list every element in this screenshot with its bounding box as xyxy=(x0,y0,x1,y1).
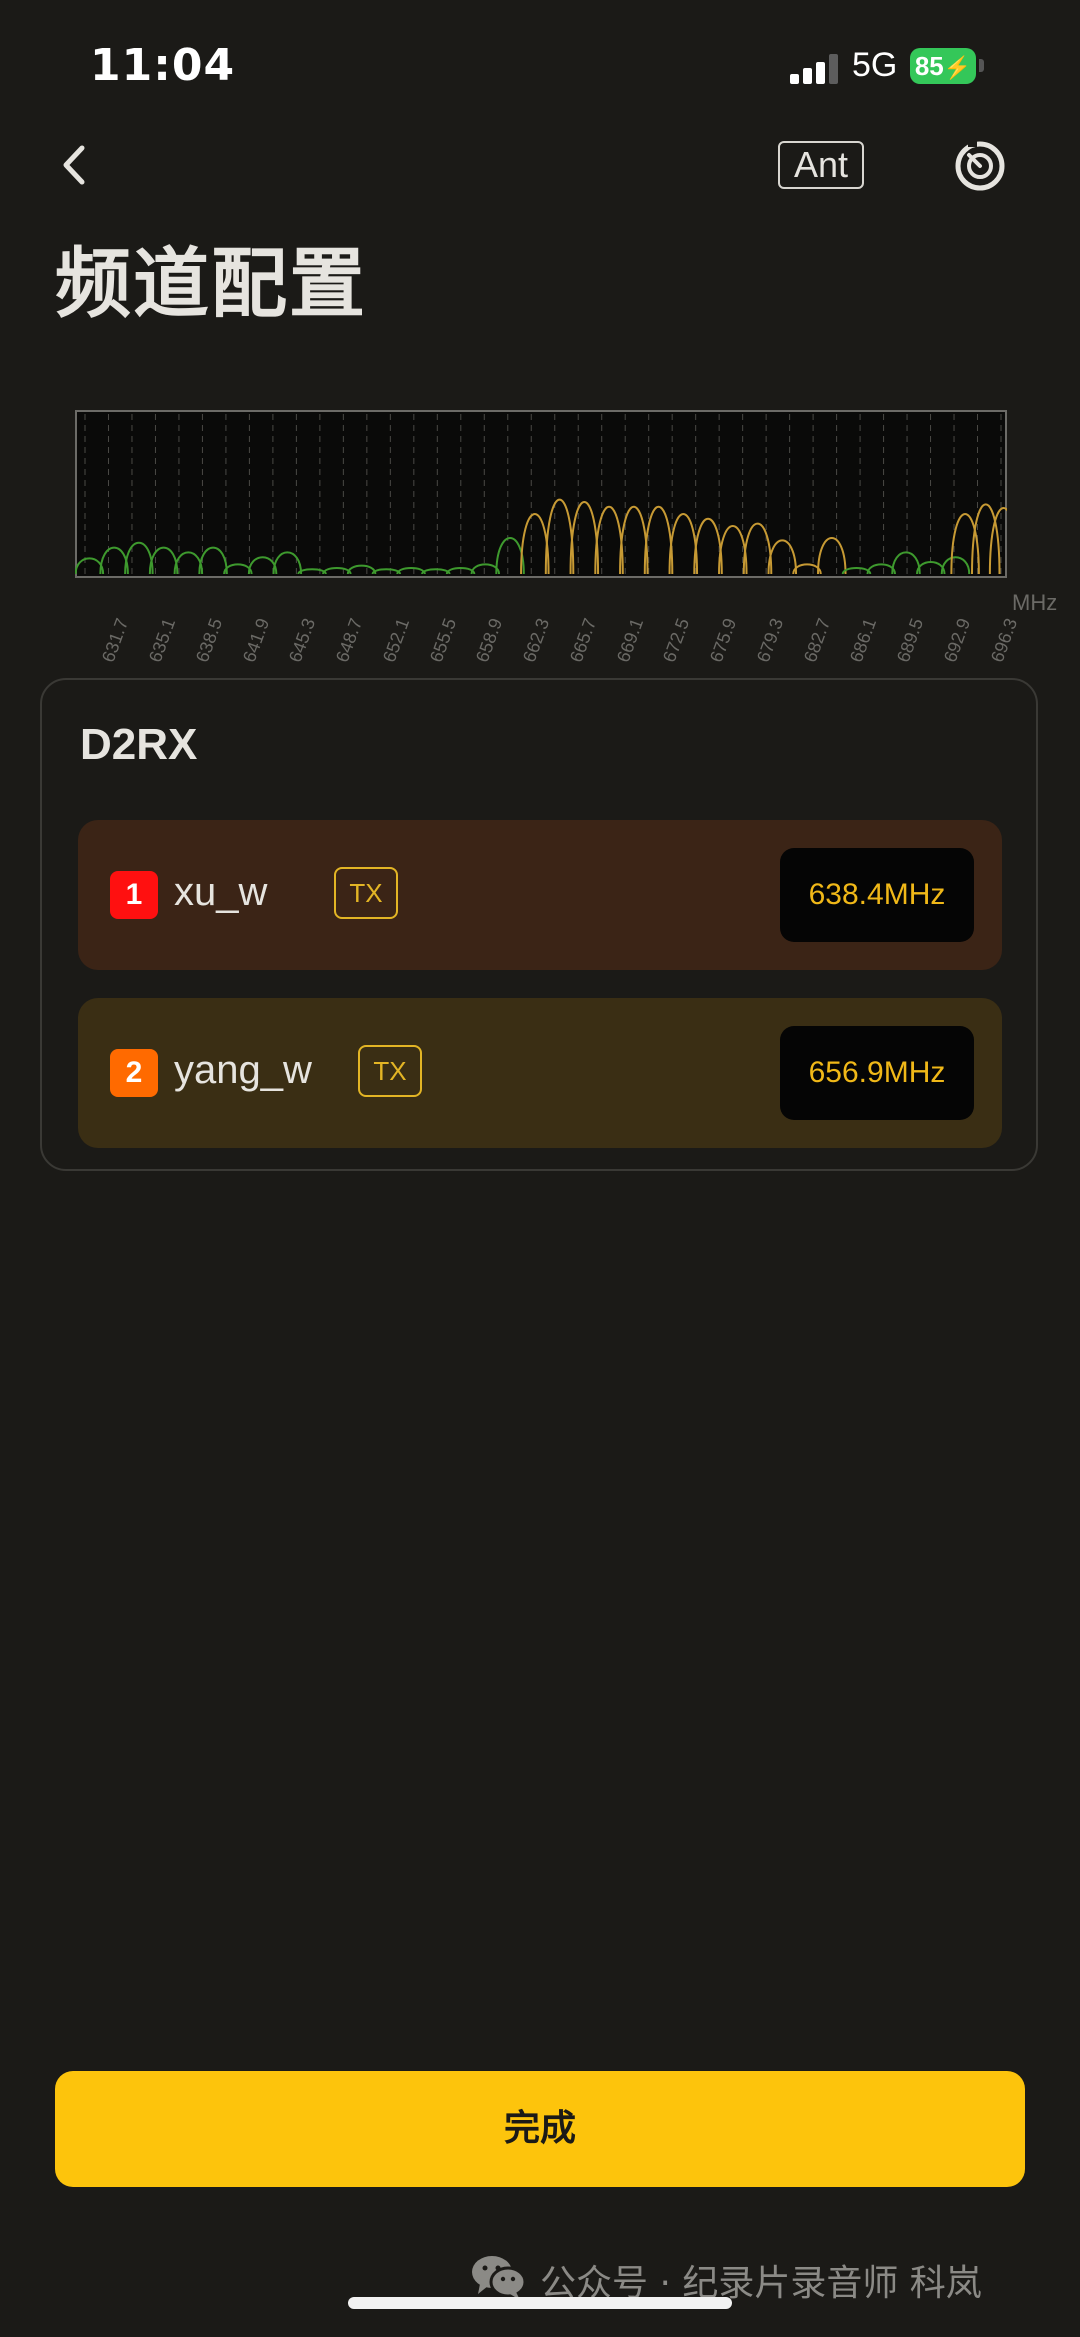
antenna-button[interactable]: Ant xyxy=(778,141,864,189)
axis-tick-label: 631.7 xyxy=(98,615,133,665)
back-button[interactable] xyxy=(50,140,100,190)
battery-tip xyxy=(979,59,984,72)
axis-tick-label: 638.5 xyxy=(191,615,227,665)
axis-tick-label: 662.3 xyxy=(519,615,554,665)
channel-number: 2 xyxy=(110,1049,158,1097)
wechat-icon xyxy=(472,2256,527,2300)
channel-row[interactable]: 1 xu_w TX 638.4MHz xyxy=(78,820,1002,970)
channel-number: 1 xyxy=(110,871,158,919)
home-indicator[interactable] xyxy=(348,2297,732,2309)
spectrum-chart xyxy=(75,410,1007,578)
axis-tick-label: 635.1 xyxy=(145,615,180,665)
axis-tick-label: 665.7 xyxy=(565,615,600,665)
axis-tick-label: 669.1 xyxy=(612,615,647,665)
chevron-left-icon xyxy=(63,145,85,185)
tx-badge: TX xyxy=(334,867,398,919)
frequency-display[interactable]: 656.9MHz xyxy=(780,1026,974,1120)
status-indicators: 5G 85⚡ xyxy=(790,46,1030,90)
page-title: 频道配置 xyxy=(55,239,367,328)
app-screen: 11:04 5G 85⚡ Ant 频道配置 631.7 635.1 638.5 641… xyxy=(0,0,1080,2337)
signal-icon xyxy=(790,52,840,84)
axis-tick-label: 679.3 xyxy=(752,615,787,665)
axis-tick-label: 648.7 xyxy=(332,615,367,665)
spectrum-axis: 631.7 635.1 638.5 641.9 645.3 648.7 652.1 655.5… xyxy=(75,590,1020,665)
axis-tick-label: 696.3 xyxy=(986,615,1021,665)
axis-tick-label: 672.5 xyxy=(659,615,694,665)
timer-icon xyxy=(955,140,1005,191)
done-button[interactable]: 完成 xyxy=(55,2071,1025,2187)
timer-button[interactable] xyxy=(952,138,1008,194)
channel-name: xu_w xyxy=(174,870,268,914)
axis-tick-label: 652.1 xyxy=(378,615,414,665)
network-type: 5G xyxy=(852,46,898,84)
device-name: D2RX xyxy=(80,720,198,769)
spectrum-frame xyxy=(75,410,1007,578)
axis-tick-label: 692.9 xyxy=(939,615,974,665)
axis-tick-label: 689.5 xyxy=(893,615,928,665)
axis-tick-label: 655.5 xyxy=(425,615,460,665)
battery-level: 85 xyxy=(914,51,944,81)
axis-tick-label: 675.9 xyxy=(706,615,741,665)
channel-name: yang_w xyxy=(174,1048,312,1092)
axis-tick-label: 686.1 xyxy=(846,615,881,665)
axis-tick-label: 645.3 xyxy=(285,615,320,665)
frequency-display[interactable]: 638.4MHz xyxy=(780,848,974,942)
device-card: D2RX 1 xu_w TX 638.4MHz 2 yang_w TX 656.… xyxy=(40,678,1038,1171)
charging-bolt-icon: ⚡ xyxy=(943,55,972,80)
spectrum-unit: MHz xyxy=(1012,590,1058,615)
axis-tick-label: 682.7 xyxy=(799,615,834,665)
tx-badge: TX xyxy=(358,1045,422,1097)
channel-row[interactable]: 2 yang_w TX 656.9MHz xyxy=(78,998,1002,1148)
watermark: 公众号 · 纪录片录音师 科岚 xyxy=(470,2252,1070,2304)
status-time: 11:04 xyxy=(90,40,236,91)
battery-icon: 85⚡ xyxy=(910,48,976,84)
axis-tick-label: 641.9 xyxy=(238,615,273,665)
axis-tick-label: 658.9 xyxy=(472,615,507,665)
